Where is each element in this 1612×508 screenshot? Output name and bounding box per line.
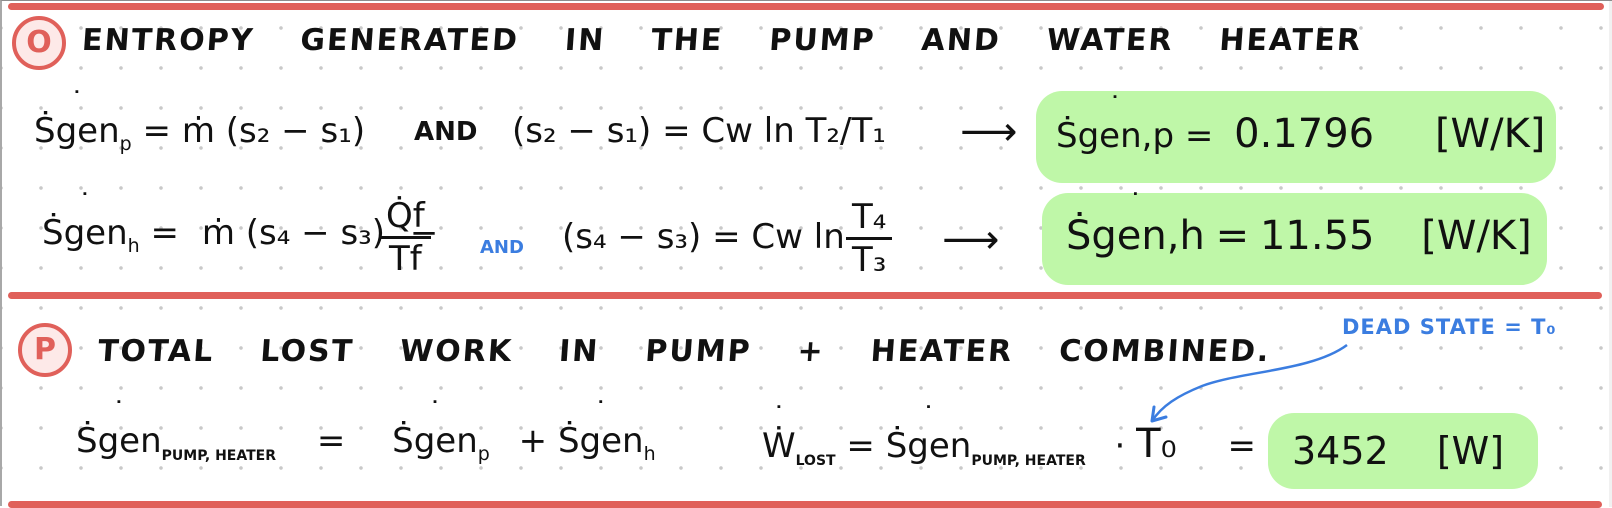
heading-word: + [796,334,826,369]
source-temperature: Tf [388,239,422,279]
work-subscript: LOST [795,452,836,469]
equals-sign: = [142,111,172,151]
sgen-subscript: PUMP, HEATER [971,452,1086,469]
equals-sign: = [846,426,875,466]
section-divider-middle [8,292,1602,299]
cw-ln: = Cw ln [712,217,845,257]
sgen-symbol: Ṡgen [886,400,972,466]
result-value: 11.55 [1259,213,1375,259]
section-badge-p: P [18,323,72,377]
term-subscript: p [477,442,490,465]
result-units: [W] [1436,429,1505,473]
connector-and-blue: AND [480,237,524,258]
heading-word: WATER [1045,23,1175,58]
heading-word: LOST [259,334,356,369]
mass-flow-symbol: ṁ [201,213,235,253]
mass-flow-symbol: ṁ [181,111,215,151]
equals-sign: = [1184,116,1214,156]
entropy-difference: (s₄ − s₃) [562,217,702,257]
temperature-ratio: T₂/T₁ [805,111,886,151]
heading-word: THE [650,23,725,58]
equals-sign: = [150,213,180,253]
multiply-dot: · [1114,426,1126,466]
sgen-pump-term: Ṡgen [392,395,478,461]
section-badge-o: O [12,16,66,70]
heading-word: HEATER [869,334,1015,369]
heading-word: IN [563,23,607,58]
sgen-symbol: Ṡgen [42,187,128,253]
ratio-denominator: T₃ [852,240,887,280]
plus-sign: + [518,421,548,461]
result-value: 3452 [1292,429,1389,473]
term-subscript: h [643,442,656,465]
connector-and: AND [414,117,478,147]
heater-result: Ṡgen,h = 11.55 [W/K] [1066,187,1532,259]
section-p-heading: TOTAL LOST WORK IN PUMP + HEATER COMBINED. [97,334,1318,369]
sgen-subscript: h [127,234,140,257]
dead-state-annotation: DEAD STATE = T₀ [1342,315,1557,339]
heater-entropy-relation: (s₄ − s₃) = Cw ln [562,217,845,257]
pump-result: Ṡgen,p = 0.1796 [W/K] [1056,90,1546,157]
heading-word: ENTROPY [80,23,256,58]
sgen-symbol: Ṡgen [34,85,120,151]
temperature-ratio: T₄ T₃ [840,197,898,280]
pump-entropy-equation: Ṡgenp = ṁ (s₂ − s₁) [34,85,366,155]
result-label: Ṡgen,p [1056,90,1174,156]
sgen-symbol: Ṡgen [76,395,162,461]
entropy-difference: (s₂ − s₁) [225,111,366,151]
pump-entropy-relation: (s₂ − s₁) = Cw ln T₂/T₁ [512,111,886,151]
entropy-difference: (s₄ − s₃) [245,213,386,253]
lost-work-equation: ẆLOST = ṠgenPUMP, HEATER · T₀ = [762,400,1256,469]
heading-word: HEATER [1218,23,1364,58]
section-divider-top [8,3,1604,10]
sgen-heater-term: Ṡgen [558,395,644,461]
heading-word: IN [557,334,601,369]
equals-sign: = [1215,213,1250,259]
heading-word: TOTAL [96,334,216,369]
section-divider-bottom [8,501,1602,508]
result-label: Ṡgen,h [1066,187,1205,259]
heat-over-temperature: Q̇f Tf [374,196,437,279]
ratio-numerator: T₄ [846,197,893,240]
result-units: [W/K] [1421,213,1532,259]
annotation-arrow-path [1150,343,1348,422]
heading-word: WORK [398,334,515,369]
sgen-subscript: PUMP, HEATER [161,447,277,464]
note-page: O ENTROPY GENERATED IN THE PUMP AND WATER HEATE… [0,0,1612,508]
equals-sign: = [1227,426,1256,466]
combined-sgen-equation: ṠgenPUMP, HEATER = Ṡgenp + Ṡgenh [76,395,656,465]
equals-sign: = [316,421,346,461]
lost-work-result: 3452 [W] [1292,429,1504,473]
heading-word: PUMP [644,334,753,369]
work-symbol: Ẇ [762,400,796,466]
cw-ln: = Cw ln [662,111,795,151]
heading-word: AND [920,23,1002,58]
dead-state-temperature: T₀ [1136,421,1177,467]
heat-rate: Q̇f [380,196,431,239]
section-o-heading: ENTROPY GENERATED IN THE PUMP AND WATER HEATER [81,23,1409,58]
heading-word: GENERATED [299,23,521,58]
arrow-icon: ⟶ [960,109,1018,155]
result-units: [W/K] [1434,111,1546,157]
arrow-icon: ⟶ [942,217,1000,263]
heading-word: PUMP [768,23,877,58]
result-value: 0.1796 [1234,111,1375,157]
entropy-difference: (s₂ − s₁) [512,111,652,151]
sgen-subscript: p [119,132,132,155]
